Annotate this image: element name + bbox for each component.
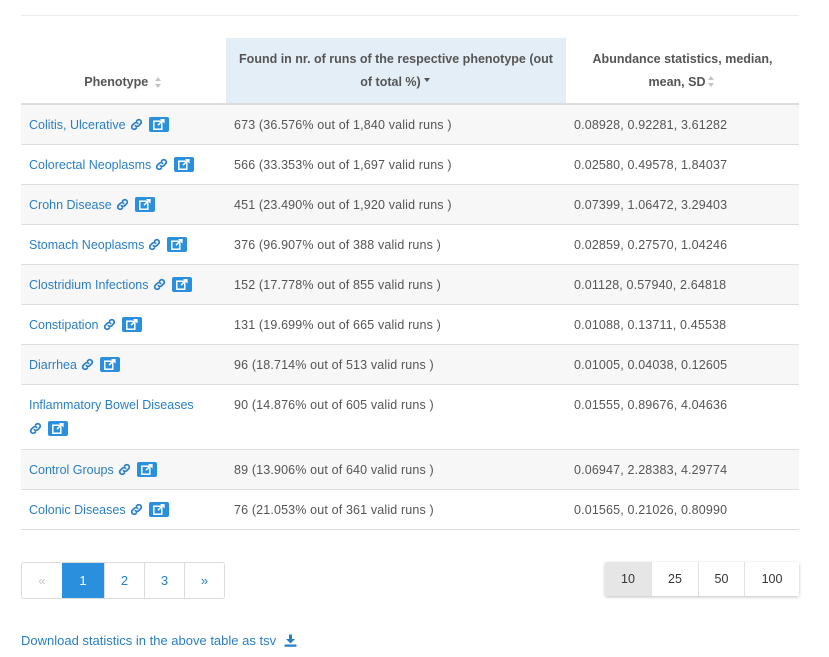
column-header-phenotype[interactable]: Phenotype xyxy=(21,38,226,105)
phenotype-link[interactable]: Constipation xyxy=(29,318,99,332)
phenotype-link[interactable]: Diarrhea xyxy=(29,358,77,372)
table-row: Inflammatory Bowel Diseases 90 (14.876% o… xyxy=(21,384,799,450)
phenotype-link[interactable]: Inflammatory Bowel Diseases xyxy=(29,398,194,412)
table-row: Constipation 131 (19.699% out of 665 vali… xyxy=(21,304,799,345)
cell-phenotype: Colorectal Neoplasms xyxy=(21,144,226,185)
column-header-label: Found in nr. of runs of the respective p… xyxy=(239,51,553,89)
external-link-icon[interactable] xyxy=(99,357,120,372)
external-link-icon[interactable] xyxy=(171,277,192,292)
cell-found: 96 (18.714% out of 513 valid runs ) xyxy=(226,344,566,385)
pagination-page-2[interactable]: 2 xyxy=(104,563,144,598)
phenotype-stats-table: Phenotype Found in nr. of runs of the re… xyxy=(21,38,799,530)
cell-abundance: 0.02580, 0.49578, 1.84037 xyxy=(566,144,799,185)
cell-phenotype: Diarrhea xyxy=(21,344,226,385)
cell-found: 566 (33.353% out of 1,697 valid runs ) xyxy=(226,144,566,185)
table-row: Clostridium Infections 152 (17.778% out o… xyxy=(21,264,799,305)
table-row: Crohn Disease 451 (23.490% out of 1,920 v… xyxy=(21,184,799,225)
pagination: « 1 2 3 » xyxy=(21,562,225,599)
phenotype-link[interactable]: Colorectal Neoplasms xyxy=(29,158,151,172)
link-icon[interactable] xyxy=(81,358,94,371)
cell-abundance: 0.01005, 0.04038, 0.12605 xyxy=(566,344,799,385)
phenotype-link[interactable]: Control Groups xyxy=(29,463,114,477)
external-link-icon[interactable] xyxy=(134,197,155,212)
page-size-25[interactable]: 25 xyxy=(651,562,698,596)
external-link-icon[interactable] xyxy=(48,421,68,436)
external-link-icon[interactable] xyxy=(148,117,169,132)
cell-phenotype: Control Groups xyxy=(21,449,226,490)
link-icon[interactable] xyxy=(130,118,143,131)
cell-abundance: 0.01088, 0.13711, 0.45538 xyxy=(566,304,799,345)
cell-phenotype: Constipation xyxy=(21,304,226,345)
page-size-50[interactable]: 50 xyxy=(698,562,744,596)
download-icon xyxy=(284,634,297,647)
external-link-icon[interactable] xyxy=(148,502,169,517)
table-row: Control Groups 89 (13.906% out of 640 val… xyxy=(21,449,799,490)
sort-both-icon xyxy=(154,76,163,89)
cell-found: 76 (21.053% out of 361 valid runs ) xyxy=(226,489,566,530)
pagination-prev[interactable]: « xyxy=(22,563,62,598)
cell-abundance: 0.07399, 1.06472, 3.29403 xyxy=(566,184,799,225)
link-icon[interactable] xyxy=(130,503,143,516)
cell-abundance: 0.01565, 0.21026, 0.80990 xyxy=(566,489,799,530)
external-link-icon[interactable] xyxy=(167,237,188,252)
link-icon[interactable] xyxy=(155,158,168,171)
cell-phenotype: Colitis, Ulcerative xyxy=(21,104,226,145)
page-size-selector: 10 25 50 100 xyxy=(605,562,799,596)
download-label: Download statistics in the above table a… xyxy=(21,633,277,648)
cell-phenotype: Crohn Disease xyxy=(21,184,226,225)
page-size-100[interactable]: 100 xyxy=(744,562,799,596)
page-size-10[interactable]: 10 xyxy=(605,562,651,596)
cell-abundance: 0.06947, 2.28383, 4.29774 xyxy=(566,449,799,490)
cell-found: 131 (19.699% out of 665 valid runs ) xyxy=(226,304,566,345)
sort-both-icon xyxy=(707,76,716,88)
link-icon[interactable] xyxy=(153,278,166,291)
top-divider xyxy=(21,15,799,16)
cell-found: 89 (13.906% out of 640 valid runs ) xyxy=(226,449,566,490)
phenotype-link[interactable]: Clostridium Infections xyxy=(29,278,149,292)
table-header-row: Phenotype Found in nr. of runs of the re… xyxy=(21,38,799,105)
column-header-label: Abundance statistics, median, mean, SD xyxy=(592,51,773,89)
cell-abundance: 0.01555, 0.89676, 4.04636 xyxy=(566,384,799,450)
table-row: Colitis, Ulcerative 673 (36.576% out of 1… xyxy=(21,104,799,145)
column-header-found[interactable]: Found in nr. of runs of the respective p… xyxy=(226,38,566,105)
link-icon[interactable] xyxy=(103,318,116,331)
download-tsv-link[interactable]: Download statistics in the above table a… xyxy=(21,633,297,648)
pagination-next[interactable]: » xyxy=(184,563,224,598)
cell-abundance: 0.08928, 0.92281, 3.61282 xyxy=(566,104,799,145)
column-header-abundance[interactable]: Abundance statistics, median, mean, SD xyxy=(566,38,799,105)
cell-found: 152 (17.778% out of 855 valid runs ) xyxy=(226,264,566,305)
sort-desc-icon xyxy=(423,76,432,88)
pagination-page-1[interactable]: 1 xyxy=(62,563,104,598)
external-link-icon[interactable] xyxy=(174,157,195,172)
row-icon-group xyxy=(29,421,218,437)
table-row: Diarrhea 96 (18.714% out of 513 valid run… xyxy=(21,344,799,385)
cell-found: 90 (14.876% out of 605 valid runs ) xyxy=(226,384,566,450)
table-row: Stomach Neoplasms 376 (96.907% out of 388… xyxy=(21,224,799,265)
cell-phenotype: Colonic Diseases xyxy=(21,489,226,530)
cell-abundance: 0.01128, 0.57940, 2.64818 xyxy=(566,264,799,305)
table-row: Colonic Diseases 76 (21.053% out of 361 v… xyxy=(21,489,799,530)
table-row: Colorectal Neoplasms 566 (33.353% out of … xyxy=(21,144,799,185)
cell-found: 376 (96.907% out of 388 valid runs ) xyxy=(226,224,566,265)
phenotype-link[interactable]: Colitis, Ulcerative xyxy=(29,118,126,132)
column-header-label: Phenotype xyxy=(84,75,149,89)
cell-phenotype: Stomach Neoplasms xyxy=(21,224,226,265)
cell-phenotype: Inflammatory Bowel Diseases xyxy=(21,384,226,450)
pagination-page-3[interactable]: 3 xyxy=(144,563,184,598)
link-icon[interactable] xyxy=(116,198,129,211)
phenotype-link[interactable]: Colonic Diseases xyxy=(29,503,126,517)
link-icon[interactable] xyxy=(29,422,42,435)
cell-found: 451 (23.490% out of 1,920 valid runs ) xyxy=(226,184,566,225)
link-icon[interactable] xyxy=(118,463,131,476)
phenotype-link[interactable]: Stomach Neoplasms xyxy=(29,238,144,252)
cell-phenotype: Clostridium Infections xyxy=(21,264,226,305)
cell-found: 673 (36.576% out of 1,840 valid runs ) xyxy=(226,104,566,145)
external-link-icon[interactable] xyxy=(136,462,157,477)
cell-abundance: 0.02859, 0.27570, 1.04246 xyxy=(566,224,799,265)
link-icon[interactable] xyxy=(148,238,161,251)
external-link-icon[interactable] xyxy=(121,317,142,332)
phenotype-link[interactable]: Crohn Disease xyxy=(29,198,112,212)
